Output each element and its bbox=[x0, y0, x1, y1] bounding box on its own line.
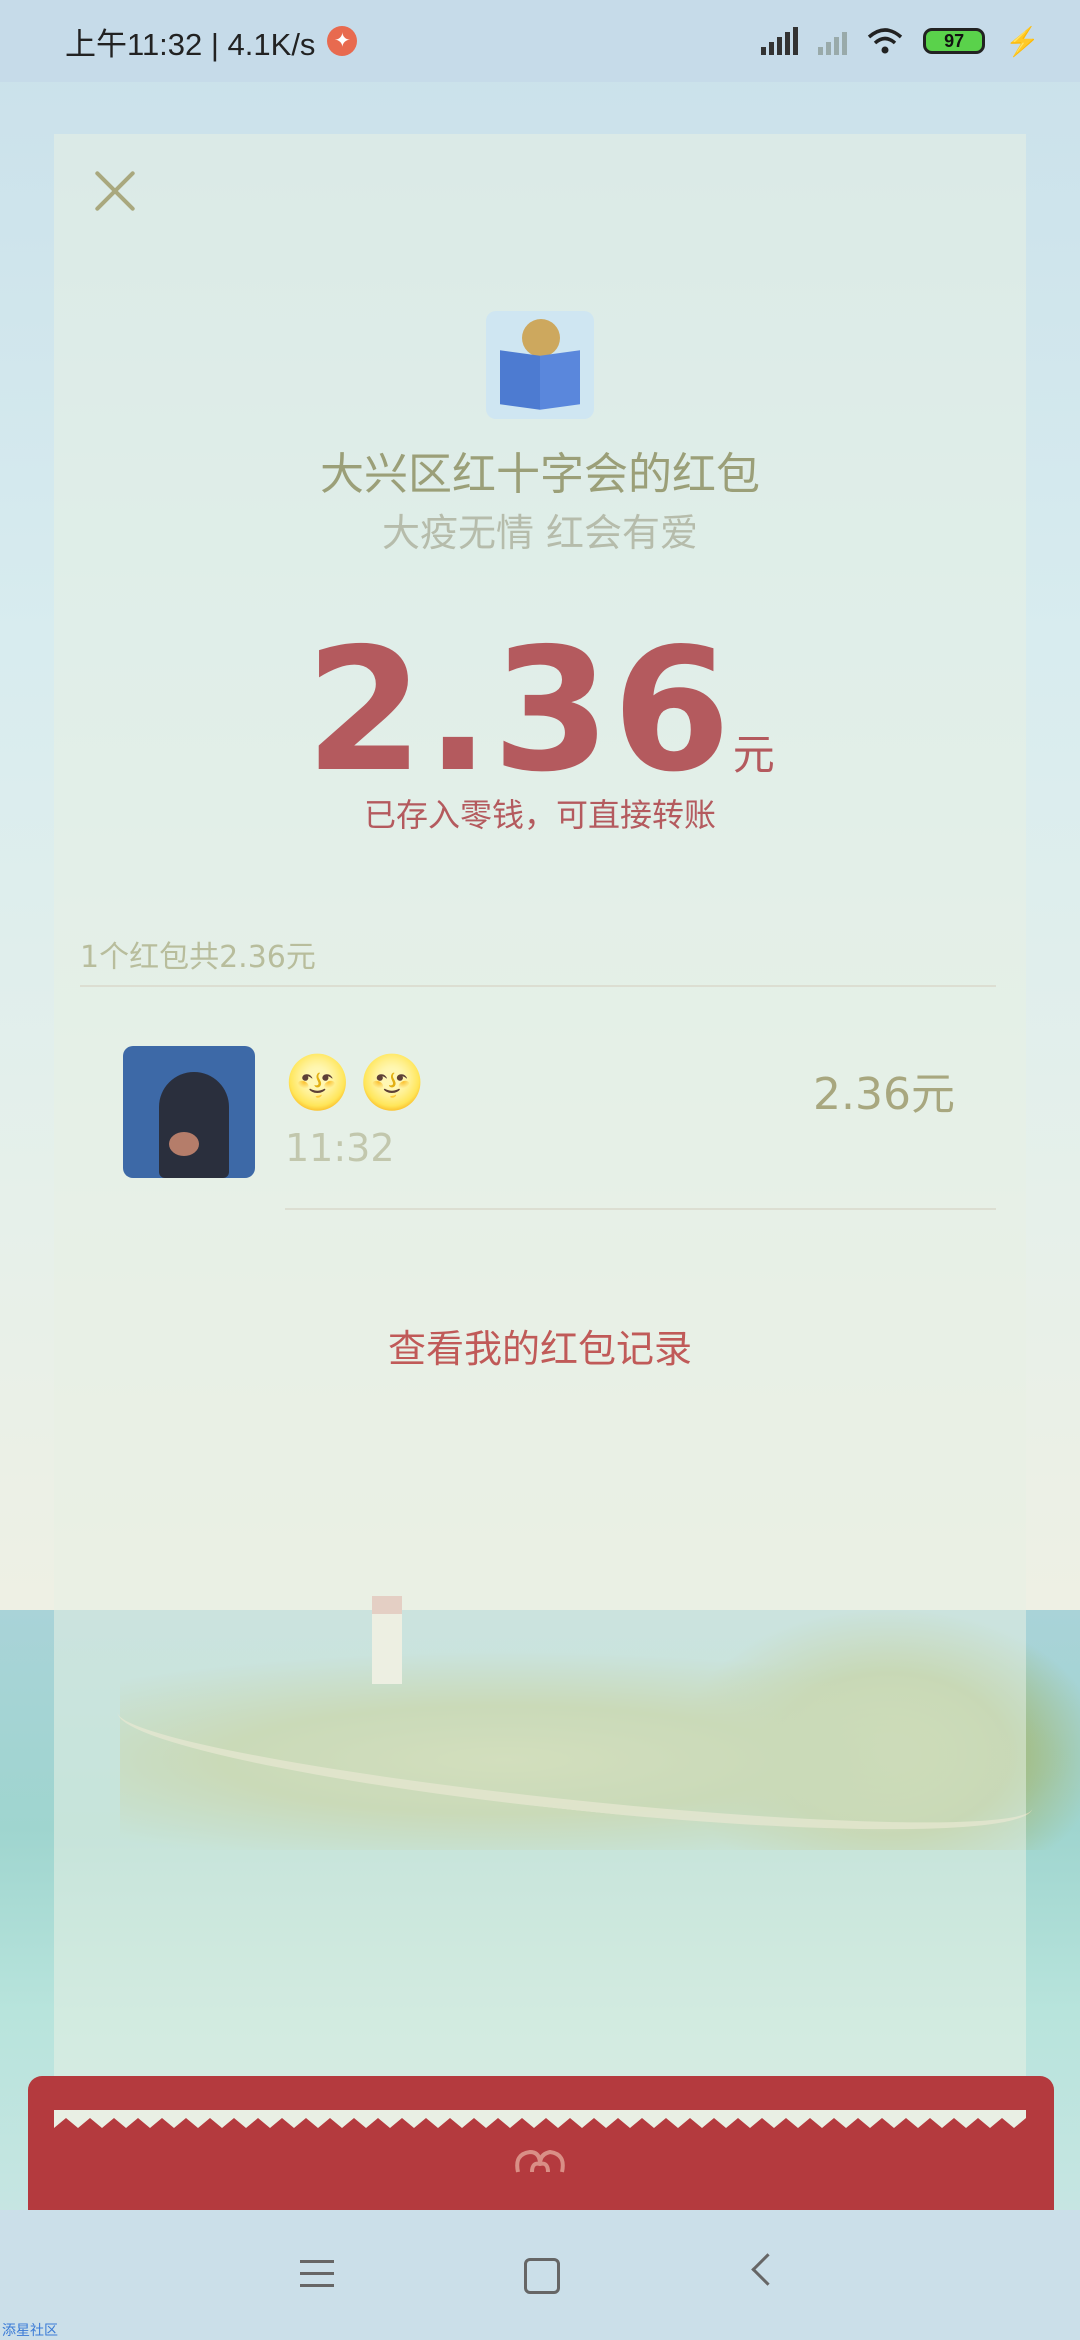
amount-unit: 元 bbox=[732, 730, 775, 779]
zigzag-edge bbox=[54, 2110, 1026, 2128]
amount-value: 2.36 bbox=[305, 612, 733, 810]
watermark: 添星社区 bbox=[2, 2323, 58, 2339]
divider bbox=[80, 985, 996, 987]
status-right: 97 ⚡ bbox=[761, 25, 1040, 58]
status-time-speed: 上午11:32 | 4.1K/s bbox=[65, 26, 316, 62]
avatar-shirt-print bbox=[169, 1132, 199, 1156]
logo-book-right bbox=[540, 350, 580, 410]
close-button[interactable] bbox=[92, 168, 138, 214]
stored-note-link[interactable]: 已存入零钱，可直接转账 bbox=[0, 790, 1080, 836]
status-bar: 上午11:32 | 4.1K/s ✦ 97 ⚡ bbox=[0, 0, 1080, 82]
wifi-icon bbox=[867, 28, 903, 54]
battery-level: 97 bbox=[944, 30, 965, 51]
avatar-person bbox=[159, 1072, 229, 1178]
status-left: 上午11:32 | 4.1K/s ✦ bbox=[65, 19, 358, 64]
charging-icon: ⚡ bbox=[1005, 25, 1040, 57]
view-records-link[interactable]: 查看我的红包记录 bbox=[0, 1318, 1080, 1373]
divider bbox=[285, 1208, 996, 1210]
battery-icon: 97 bbox=[923, 28, 986, 54]
menu-icon[interactable] bbox=[300, 2260, 334, 2290]
recipient-amount: 2.36元 bbox=[813, 1069, 955, 1120]
signal-empty-icon bbox=[818, 27, 848, 55]
recipient-time: 11:32 bbox=[285, 1126, 395, 1170]
org-logo-reading-icon bbox=[486, 311, 594, 419]
packet-subtitle: 大疫无情 红会有爱 bbox=[381, 511, 699, 555]
home-button[interactable] bbox=[524, 2258, 560, 2294]
logo-head bbox=[522, 319, 560, 357]
avatar[interactable] bbox=[123, 1046, 255, 1178]
packet-summary: 1个红包共2.36元 bbox=[80, 940, 316, 975]
packet-title: 大兴区红十字会的红包 bbox=[320, 449, 760, 500]
wechat-swirl-icon bbox=[515, 2149, 565, 2173]
logo-book-left bbox=[500, 350, 540, 410]
recipient-name: 🌝🌝 bbox=[285, 1053, 435, 1113]
amount-display: 2.36元 bbox=[0, 612, 1080, 810]
running-app-icon: ✦ bbox=[327, 26, 358, 56]
signal-hd-icon bbox=[761, 27, 799, 55]
